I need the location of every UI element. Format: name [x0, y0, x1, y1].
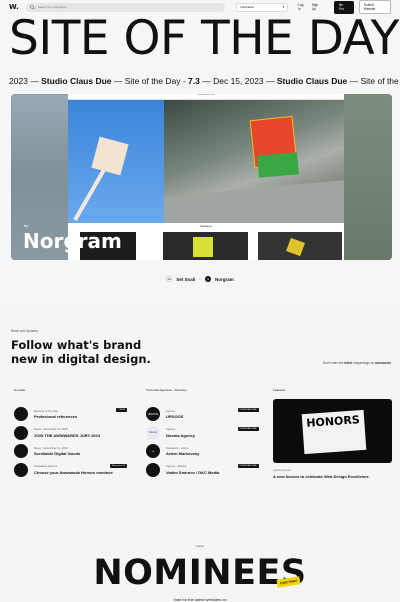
chevron-down-icon: ▾ [282, 5, 285, 9]
ticker-segment: — Site of the Day - [111, 76, 189, 86]
list-item-title[interactable]: Scrollable Digital Goods [34, 451, 80, 456]
section-heading: Follow what's brand new in digital desig… [11, 338, 151, 367]
list-item-text: Element of the Day Profesional references [34, 409, 77, 420]
list-item[interactable]: UPDOOS Agency UPDOOS INTERNATIONAL [146, 407, 259, 421]
avatar [14, 462, 28, 477]
site-of-the-day-showcase[interactable]: Designboard Street Catalogues by Norgram [11, 94, 392, 260]
list-item-meta: Agency - Russia [166, 464, 187, 469]
list-item[interactable]: News - December 11, 2023 JOIN THE AWWWARD… [14, 425, 127, 440]
list-item-meta: Freelance - Home [166, 445, 189, 450]
list-item[interactable]: Nooma Agency Nooma Agency INTERNATIONAL [146, 425, 259, 440]
preview-photo [164, 100, 344, 223]
list-item-title[interactable]: Artem Markovsky [166, 451, 199, 456]
list-item-text: Agency - Russia Vadim Smirnov / DKC Media [166, 464, 219, 475]
list-item-text: News - December 11, 2023 JOIN THE AWWWARD… [34, 427, 100, 438]
newsletter-line: Don't miss the latest happenings on awww… [323, 361, 391, 365]
vote-line: Vote for the latest websites on [173, 597, 227, 602]
preview-blue-panel [68, 100, 164, 223]
avatar [14, 425, 28, 440]
newsletter-text-2: happenings on [352, 361, 376, 365]
newsletter-site[interactable]: awwwards [375, 361, 391, 365]
ticker-segment: — Dec 15, 2023 — [199, 76, 277, 86]
list-item-text: News - December 11, 2023 Scrollable Digit… [34, 446, 80, 457]
list-item[interactable]: a Freelance - Home Artem Markovsky [146, 444, 259, 458]
column-title: Nomads [14, 388, 26, 392]
featured-column: Featured HONORS Coming Soon! A new honor… [273, 388, 392, 479]
list-item-meta: Element of the Day [34, 408, 58, 413]
status-badge: PROM [116, 408, 127, 412]
author-avatar[interactable]: N [205, 276, 211, 282]
avatar [146, 462, 160, 477]
ticker-segment: 2023 — [9, 76, 42, 86]
column-title: Featured [273, 388, 286, 392]
author-avatar[interactable]: SS [166, 276, 173, 282]
showcase-by-label: by [24, 223, 29, 228]
list-item-text: Agency Nooma Agency [166, 427, 195, 438]
avatar: UPDOOS [146, 407, 160, 421]
list-item[interactable]: News - December 11, 2023 Scrollable Digit… [14, 444, 127, 458]
showcase-credits: SS Set Snail × N Norgram [0, 276, 400, 282]
list-item-title[interactable]: Choose your Awwwards Honors nominee [34, 470, 113, 475]
search-icon [30, 4, 35, 10]
featured-image[interactable]: HONORS [273, 399, 392, 463]
credit-separator: × [199, 277, 201, 281]
avatar [14, 444, 28, 458]
site-ticker: 2023 — Studio Claus Due — Site of the Da… [9, 76, 400, 86]
honors-card-text: HONORS [301, 409, 367, 455]
nomads-column: Nomads Element of the Day Profesional ref… [14, 388, 127, 481]
nominees-tag: Latest [195, 544, 205, 548]
signup-link[interactable]: Sign Up [312, 3, 323, 11]
ticker-segment: — Site of the Day - [349, 76, 400, 86]
news-section: News and Updates Follow what's brand new… [0, 305, 400, 602]
page-title: SITE OF THE DAY [9, 11, 399, 66]
featured-title[interactable]: A new honors to celebrate Web Design Exc… [273, 474, 392, 479]
list-item[interactable]: Element of the Day Profesional references… [14, 407, 127, 421]
list-item-text: Awwwards Honors Choose your Awwwards Hono… [34, 464, 113, 475]
list-item-text: Agency UPDOOS [166, 409, 183, 420]
list-item-title[interactable]: Nooma Agency [166, 433, 195, 438]
section-tag: News and Updates [11, 329, 38, 333]
catalogue-label: Catalogues [199, 225, 213, 228]
agencies-column: Promoted Agencies - Directory UPDOOS Agen… [146, 388, 259, 481]
catalogue-tile [258, 232, 342, 260]
status-badge: INTERNATIONAL [237, 426, 259, 431]
list-item-meta: Awwwards Honors [34, 464, 58, 469]
login-link[interactable]: Log in [298, 3, 307, 11]
showcase-site-name[interactable]: Norgram [23, 229, 122, 253]
ticker-segment[interactable]: Studio Claus Due [277, 76, 347, 86]
status-badge: Showcase 23 [109, 463, 127, 468]
author-name[interactable]: Norgram [215, 277, 234, 282]
list-item-title[interactable]: UPDOOS [166, 414, 183, 419]
list-item-meta: News - December 11, 2023 [34, 427, 68, 432]
list-item-meta: News - December 11, 2023 [34, 445, 68, 450]
search-input[interactable] [37, 5, 218, 9]
featured-meta: Coming Soon! [273, 468, 291, 472]
nominees-heading: NOMINEES [93, 553, 307, 593]
preview-green-book [257, 152, 299, 178]
catalogue-tile [163, 232, 248, 260]
list-item-title[interactable]: Profesional references [34, 414, 77, 419]
list-item[interactable]: Agency - Russia Vadim Smirnov / DKC Media… [146, 462, 259, 477]
dropdown-value: Inspiration [240, 5, 255, 9]
column-title: Promoted Agencies - Directory [146, 388, 187, 392]
ticker-segment[interactable]: 7.3 [188, 76, 200, 86]
list-item-meta: Agency [166, 427, 176, 432]
preview-wall [164, 180, 344, 223]
status-badge: INTERNATIONAL [237, 463, 259, 468]
avatar [14, 407, 28, 421]
list-item-title[interactable]: Vadim Smirnov / DKC Media [166, 470, 219, 475]
list-item-text: Freelance - Home Artem Markovsky [166, 446, 199, 457]
status-badge: INTERNATIONAL [237, 408, 259, 412]
preview-arm [73, 167, 107, 221]
newsletter-text: Don't miss the [323, 361, 345, 365]
preview-book-in-hand [91, 136, 129, 176]
avatar: a [146, 444, 160, 458]
list-item[interactable]: Awwwards Honors Choose your Awwwards Hono… [14, 462, 127, 477]
list-item-title[interactable]: JOIN THE AWWWARDS JURY 2024 [34, 433, 100, 438]
avatar: Nooma [146, 425, 160, 440]
ticker-segment[interactable]: Studio Claus Due [41, 76, 111, 86]
author-name[interactable]: Set Snail [176, 277, 195, 282]
site-logo[interactable]: W. [9, 3, 21, 11]
list-item-meta: Agency [166, 408, 176, 413]
